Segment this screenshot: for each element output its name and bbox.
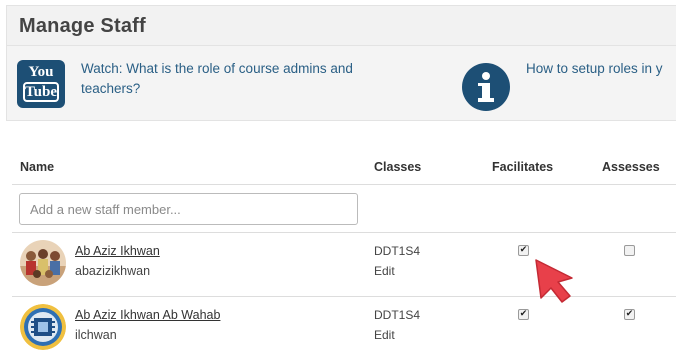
info-icon[interactable] bbox=[462, 63, 510, 111]
edit-classes-link[interactable]: Edit bbox=[374, 328, 395, 342]
avatar bbox=[20, 304, 66, 350]
help-links-bar: You Tube Watch: What is the role of cour… bbox=[7, 46, 676, 120]
column-header-classes: Classes bbox=[374, 160, 422, 174]
facilitates-checkbox[interactable]: ✔ bbox=[518, 245, 529, 256]
column-header-facilitates: Facilitates bbox=[492, 160, 554, 174]
staff-username: ilchwan bbox=[75, 328, 117, 342]
manage-staff-panel: Manage Staff You Tube Watch: What is the… bbox=[6, 5, 676, 121]
staff-name-link[interactable]: Ab Aziz Ikhwan Ab Wahab bbox=[75, 308, 220, 322]
staff-name-link[interactable]: Ab Aziz Ikhwan bbox=[75, 244, 160, 258]
header-divider bbox=[12, 184, 676, 185]
youtube-icon[interactable]: You Tube bbox=[17, 60, 65, 108]
youtube-icon-you-text: You bbox=[28, 64, 54, 80]
panel-header: Manage Staff bbox=[7, 6, 676, 46]
table-row: Ab Aziz Ikhwan Ab Wahab ilchwan DDT1S4 E… bbox=[12, 298, 676, 357]
assesses-checkbox[interactable]: ✔ bbox=[624, 309, 635, 320]
assesses-checkbox[interactable] bbox=[624, 245, 635, 256]
row-divider bbox=[12, 232, 676, 233]
page-title: Manage Staff bbox=[19, 15, 146, 37]
staff-username: abazizikhwan bbox=[75, 264, 151, 278]
class-code: DDT1S4 bbox=[374, 244, 421, 258]
edit-classes-link[interactable]: Edit bbox=[374, 264, 395, 278]
watch-video-link[interactable]: Watch: What is the role of course admins… bbox=[81, 59, 411, 99]
youtube-icon-tube-text: Tube bbox=[23, 82, 59, 102]
column-header-assesses: Assesses bbox=[602, 160, 660, 174]
column-header-name[interactable]: Name bbox=[20, 160, 54, 174]
add-staff-input[interactable] bbox=[19, 193, 358, 225]
facilitates-checkbox[interactable]: ✔ bbox=[518, 309, 529, 320]
avatar bbox=[20, 240, 66, 286]
red-arrow-cursor-icon bbox=[532, 258, 578, 304]
setup-roles-link[interactable]: How to setup roles in y bbox=[526, 59, 663, 79]
class-code: DDT1S4 bbox=[374, 308, 421, 322]
